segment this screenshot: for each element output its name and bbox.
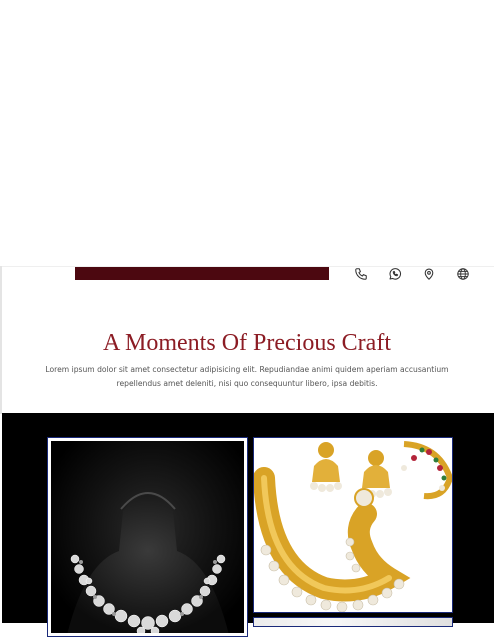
blank-area [0,0,494,266]
gold-necklace-set-image [254,438,452,612]
silver-necklace-image [51,441,244,633]
globe-icon[interactable] [453,264,473,284]
jewelry-image [254,618,452,626]
whatsapp-icon[interactable] [385,264,405,284]
section-description: Lorem ipsum dolor sit amet consectetur a… [45,365,449,388]
location-icon[interactable] [419,264,439,284]
gallery [2,413,494,637]
phone-icon[interactable] [351,264,371,284]
gallery-card[interactable] [47,437,248,637]
contact-icons [350,264,480,284]
brand-bar [75,267,329,280]
gallery-card[interactable] [253,437,453,613]
gallery-card[interactable] [253,617,453,627]
section-title: A Moments Of Precious Craft [103,330,391,356]
